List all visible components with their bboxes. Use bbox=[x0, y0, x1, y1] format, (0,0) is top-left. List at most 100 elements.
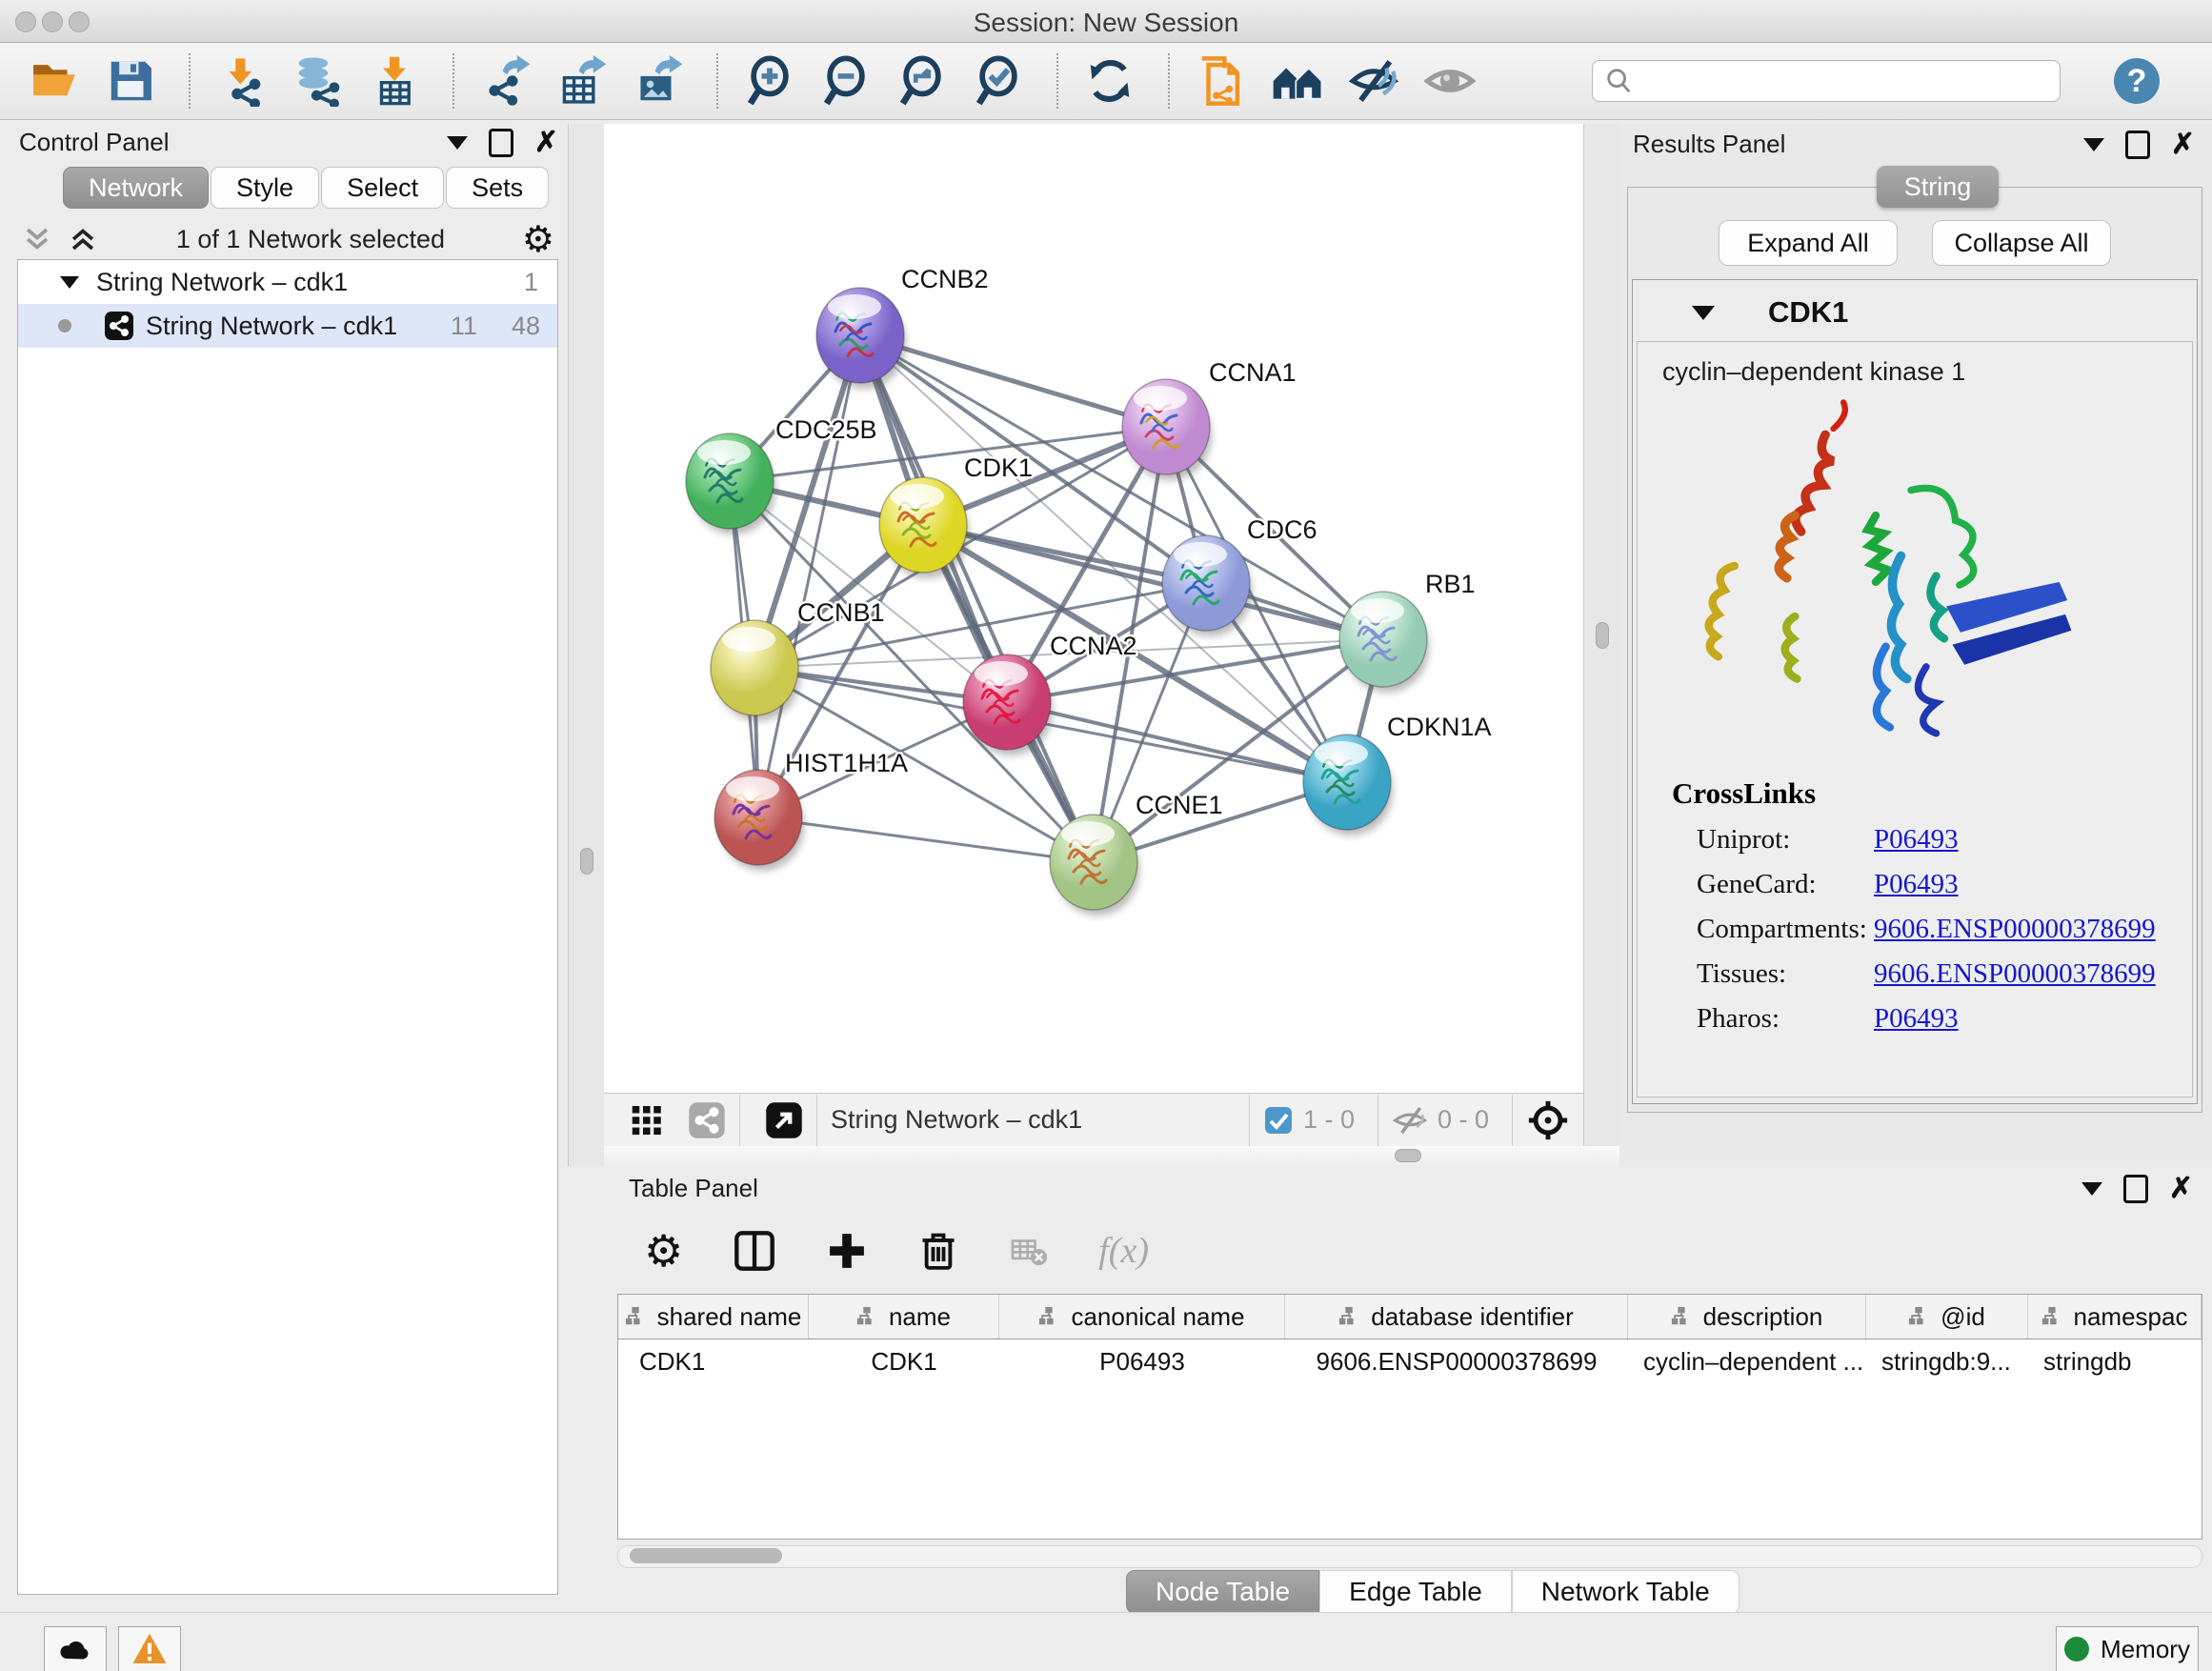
panel-close-icon[interactable]: ✗ bbox=[2169, 1178, 2193, 1200]
splitter-handle[interactable] bbox=[1596, 622, 1609, 649]
collapse-all-icon[interactable] bbox=[21, 223, 53, 255]
table-cell[interactable]: P06493 bbox=[999, 1339, 1285, 1383]
node-CCNE1[interactable]: CCNE1 bbox=[1050, 791, 1223, 916]
birdseye-grid-icon[interactable] bbox=[629, 1101, 667, 1139]
panel-minimize-icon[interactable] bbox=[447, 136, 468, 150]
table-cell[interactable]: CDK1 bbox=[809, 1339, 999, 1383]
node-CDKN1A[interactable]: CDKN1A bbox=[1303, 713, 1492, 836]
selected-checkbox-icon[interactable] bbox=[1263, 1105, 1294, 1136]
help-icon[interactable]: ? bbox=[2114, 58, 2160, 104]
table-row[interactable]: CDK1CDK1P064939606.ENSP00000378699cyclin… bbox=[618, 1339, 2202, 1383]
collapse-protein-icon[interactable] bbox=[1692, 306, 1715, 320]
edge-count: 48 bbox=[512, 312, 540, 341]
column-header-shared-name[interactable]: shared name bbox=[618, 1295, 809, 1339]
show-columns-icon[interactable] bbox=[733, 1229, 776, 1273]
zoom-out-icon[interactable] bbox=[820, 55, 872, 107]
expander-icon[interactable] bbox=[60, 276, 79, 289]
network-overview-share-icon[interactable] bbox=[688, 1101, 726, 1139]
tab-network-table[interactable]: Network Table bbox=[1512, 1570, 1739, 1614]
column-header-canonical-name[interactable]: canonical name bbox=[999, 1295, 1285, 1339]
search-box[interactable] bbox=[1592, 60, 2061, 102]
search-input[interactable] bbox=[1633, 67, 2037, 95]
export-image-icon[interactable] bbox=[633, 55, 684, 107]
crosslink-link[interactable]: P06493 bbox=[1874, 869, 1959, 900]
delete-column-trash-icon[interactable] bbox=[917, 1230, 959, 1272]
create-column-plus-icon[interactable] bbox=[826, 1230, 868, 1272]
node-HIST1H1A[interactable]: HIST1H1A bbox=[714, 749, 908, 871]
table-cell[interactable]: stringdb bbox=[2028, 1339, 2202, 1383]
panel-float-icon[interactable] bbox=[2123, 1175, 2148, 1203]
expand-all-icon[interactable] bbox=[67, 223, 99, 255]
vertical-splitter-left[interactable] bbox=[568, 124, 606, 1166]
tab-edge-table[interactable]: Edge Table bbox=[1319, 1570, 1512, 1614]
tab-network[interactable]: Network bbox=[63, 167, 209, 209]
panel-close-icon[interactable]: ✗ bbox=[2171, 133, 2195, 156]
table-cell[interactable]: CDK1 bbox=[618, 1339, 809, 1383]
import-network-icon[interactable] bbox=[216, 55, 268, 107]
tab-node-table[interactable]: Node Table bbox=[1126, 1570, 1319, 1614]
scrollbar-thumb[interactable] bbox=[630, 1548, 782, 1563]
column-header-@id[interactable]: @id bbox=[1866, 1295, 2028, 1339]
splitter-handle[interactable] bbox=[1395, 1149, 1421, 1162]
tab-style[interactable]: Style bbox=[211, 167, 319, 209]
import-table-icon[interactable] bbox=[369, 55, 420, 107]
edge-CCNA2-CDKN1A[interactable] bbox=[1007, 702, 1347, 782]
network-options-gear-icon[interactable]: ⚙ bbox=[522, 221, 554, 257]
network-row[interactable]: String Network – cdk1 11 48 bbox=[18, 304, 557, 348]
network-canvas[interactable]: CCNB2CCNA1CDC25BCDK1CDC6RB1CCNB1CCNA2CDK… bbox=[604, 124, 1583, 1093]
snapshot-icon[interactable] bbox=[1196, 55, 1247, 107]
warnings-button[interactable] bbox=[118, 1626, 181, 1671]
cloud-status-button[interactable] bbox=[44, 1626, 107, 1671]
zoom-fit-icon[interactable] bbox=[896, 55, 948, 107]
edge-CCNB2-HIST1H1A[interactable] bbox=[758, 335, 860, 817]
crosslink-link[interactable]: P06493 bbox=[1874, 1003, 1959, 1035]
home-icon[interactable] bbox=[1272, 55, 1323, 107]
crosslink-link[interactable]: P06493 bbox=[1874, 824, 1959, 856]
node-CCNB2[interactable]: CCNB2 bbox=[816, 265, 989, 389]
refresh-icon[interactable] bbox=[1084, 55, 1136, 107]
table-horizontal-scrollbar[interactable] bbox=[617, 1545, 2202, 1568]
splitter-handle[interactable] bbox=[580, 848, 593, 875]
export-network-icon[interactable] bbox=[480, 55, 532, 107]
fit-selection-crosshair-icon[interactable] bbox=[1526, 1098, 1570, 1142]
panel-float-icon[interactable] bbox=[489, 129, 513, 157]
open-in-window-icon[interactable] bbox=[765, 1101, 803, 1139]
expand-all-button[interactable]: Expand All bbox=[1719, 220, 1898, 266]
open-session-icon[interactable] bbox=[29, 55, 80, 107]
tab-select[interactable]: Select bbox=[321, 167, 444, 209]
node-CCNA1[interactable]: CCNA1 bbox=[1122, 358, 1297, 480]
table-options-gear-icon[interactable]: ⚙ bbox=[644, 1233, 683, 1269]
node-CCNB1[interactable]: CCNB1 bbox=[711, 598, 885, 721]
zoom-selected-icon[interactable] bbox=[973, 55, 1024, 107]
table-cell[interactable]: cyclin–dependent ... bbox=[1628, 1339, 1866, 1383]
hide-selected-eye-slash-icon[interactable] bbox=[1348, 55, 1399, 107]
column-header-namespac[interactable]: namespac bbox=[2028, 1295, 2202, 1339]
column-header-name[interactable]: name bbox=[809, 1295, 999, 1339]
export-table-icon[interactable] bbox=[556, 55, 608, 107]
network-collection-row[interactable]: String Network – cdk1 1 bbox=[18, 260, 557, 304]
node-CDK1[interactable]: CDK1 bbox=[879, 453, 1033, 578]
crosslink-link[interactable]: 9606.ENSP00000378699 bbox=[1874, 958, 2156, 990]
panel-minimize-icon[interactable] bbox=[2081, 1182, 2102, 1196]
panel-float-icon[interactable] bbox=[2125, 131, 2150, 159]
panel-close-icon[interactable]: ✗ bbox=[534, 131, 558, 154]
edge-CCNB2-CCNE1[interactable] bbox=[860, 335, 1094, 862]
table-cell[interactable]: stringdb:9... bbox=[1866, 1339, 2028, 1383]
table-cell[interactable]: 9606.ENSP00000378699 bbox=[1285, 1339, 1628, 1383]
edge-HIST1H1A-CCNE1[interactable] bbox=[758, 817, 1094, 862]
tab-sets[interactable]: Sets bbox=[446, 167, 549, 209]
column-header-database-identifier[interactable]: database identifier bbox=[1285, 1295, 1628, 1339]
show-all-eye-icon[interactable] bbox=[1424, 55, 1476, 107]
edge-CCNB2-CCNA1[interactable] bbox=[860, 335, 1166, 427]
node-RB1[interactable]: RB1 bbox=[1339, 570, 1476, 693]
panel-minimize-icon[interactable] bbox=[2083, 138, 2104, 151]
memory-button[interactable]: Memory bbox=[2056, 1626, 2199, 1671]
column-header-description[interactable]: description bbox=[1628, 1295, 1866, 1339]
hidden-eye-slash-icon[interactable] bbox=[1392, 1102, 1428, 1138]
crosslink-link[interactable]: 9606.ENSP00000378699 bbox=[1874, 914, 2156, 945]
zoom-in-icon[interactable] bbox=[744, 55, 795, 107]
save-session-icon[interactable] bbox=[105, 55, 156, 107]
collapse-all-button[interactable]: Collapse All bbox=[1932, 220, 2111, 266]
tab-string[interactable]: String bbox=[1877, 166, 1999, 208]
import-network-from-database-icon[interactable] bbox=[292, 55, 344, 107]
